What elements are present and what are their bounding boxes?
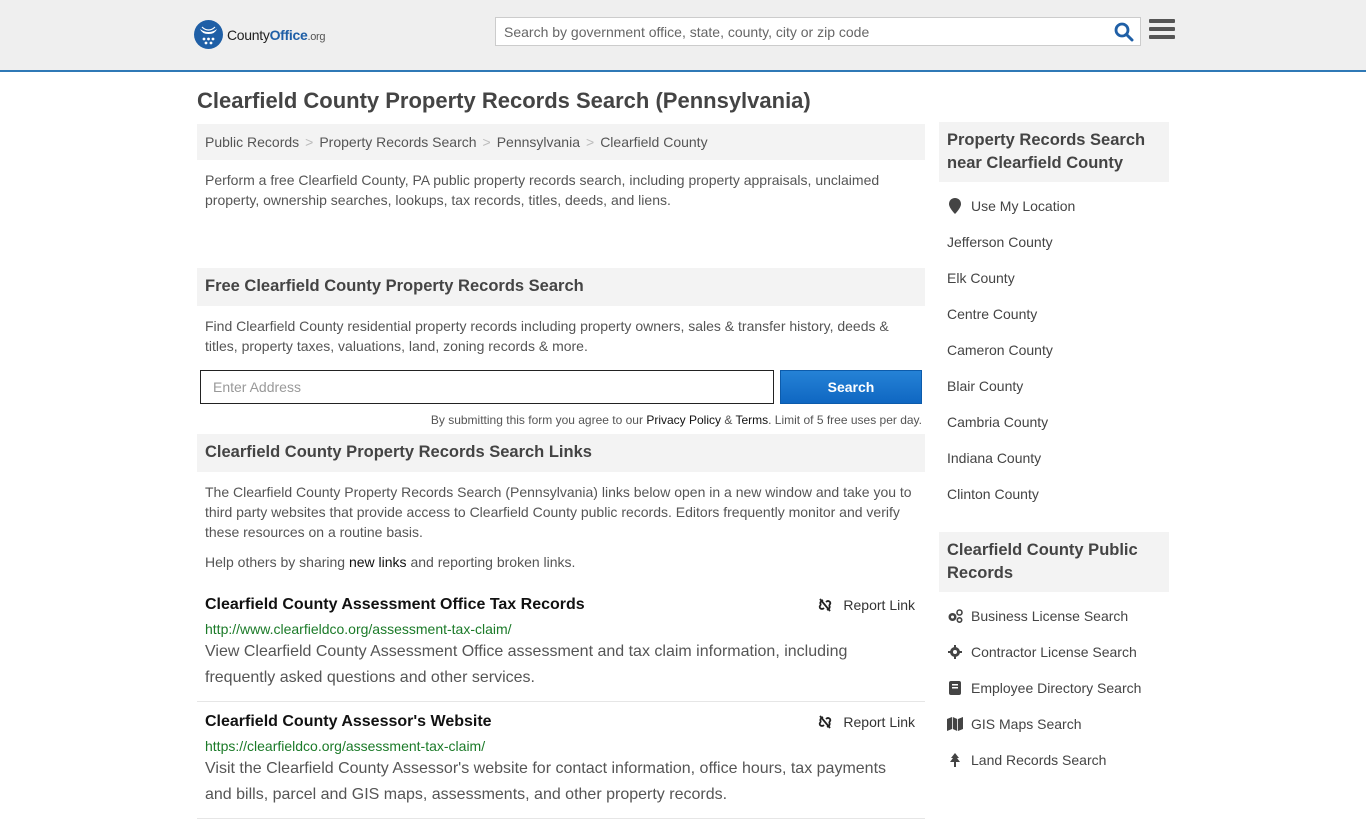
- public-record-link[interactable]: Land Records Search: [971, 752, 1106, 768]
- breadcrumb-separator: >: [482, 134, 491, 150]
- site-search: [495, 17, 1141, 46]
- resource-title-link[interactable]: Clearfield County Assessor's Website: [205, 712, 492, 732]
- nearby-list: Use My Location Jefferson County Elk Cou…: [939, 182, 1169, 512]
- nearby-county-link[interactable]: Elk County: [947, 270, 1015, 286]
- site-logo[interactable]: CountyOffice.org: [194, 20, 326, 49]
- address-input[interactable]: [200, 370, 774, 404]
- cogs-icon: [947, 609, 963, 623]
- page-title: Clearfield County Property Records Searc…: [197, 88, 811, 113]
- breadcrumb-separator: >: [305, 134, 314, 150]
- nearby-county-item: Centre County: [947, 296, 1169, 332]
- disclaimer-amp: &: [721, 413, 736, 427]
- breadcrumb: Public Records > Property Records Search > P…: [197, 124, 925, 160]
- breadcrumb-item[interactable]: Public Records: [205, 134, 299, 150]
- resource-url[interactable]: https://clearfieldco.org/assessment-tax-…: [205, 736, 917, 756]
- broken-link-icon: [819, 598, 832, 612]
- logo-text-suffix: .org: [307, 30, 326, 43]
- logo-eagle-icon: [194, 20, 223, 49]
- form-disclaimer: By submitting this form you agree to our…: [431, 413, 922, 427]
- public-records-heading: Clearfield County Public Records: [939, 532, 1169, 592]
- privacy-policy-link[interactable]: Privacy Policy: [646, 413, 721, 427]
- public-record-link[interactable]: Business License Search: [971, 608, 1128, 624]
- logo-text-main: County: [227, 26, 270, 43]
- logo-text-bold: Office: [269, 26, 308, 43]
- main-content: Public Records > Property Records Search > P…: [197, 124, 925, 819]
- public-record-item: Business License Search: [947, 598, 1169, 634]
- public-record-link[interactable]: Contractor License Search: [971, 644, 1137, 660]
- tree-icon: [947, 753, 963, 767]
- resource-description: View Clearfield County Assessment Office…: [205, 643, 848, 686]
- breadcrumb-separator: >: [586, 134, 595, 150]
- report-link-button[interactable]: Report Link: [817, 714, 915, 730]
- disclaimer-prefix: By submitting this form you agree to our: [430, 413, 647, 427]
- disclaimer-suffix: . Limit of 5 free uses per day.: [768, 413, 922, 427]
- nearby-heading: Property Records Search near Clearfield …: [939, 122, 1169, 182]
- public-record-item: Contractor License Search: [947, 634, 1169, 670]
- nearby-county-link[interactable]: Blair County: [947, 378, 1023, 394]
- new-links-link[interactable]: new links: [349, 554, 407, 570]
- report-link-label: Report Link: [843, 597, 915, 613]
- report-link-button[interactable]: Report Link: [817, 597, 915, 613]
- book-icon: [947, 681, 963, 695]
- list-item: Clearfield County Assessment Office Tax …: [197, 585, 925, 702]
- intro-text: Perform a free Clearfield County, PA pub…: [205, 172, 880, 208]
- nearby-county-item: Elk County: [947, 260, 1169, 296]
- address-search-form: Search By submitting this form you agree…: [197, 370, 925, 427]
- public-record-item: GIS Maps Search: [947, 706, 1169, 742]
- use-my-location-link[interactable]: Use My Location: [971, 198, 1075, 214]
- map-marker-icon: [947, 198, 963, 214]
- breadcrumb-item[interactable]: Pennsylvania: [497, 134, 580, 150]
- public-record-item: Land Records Search: [947, 742, 1169, 778]
- nearby-county-link[interactable]: Cambria County: [947, 414, 1048, 430]
- nearby-county-item: Clinton County: [947, 476, 1169, 512]
- nearby-county-item: Cambria County: [947, 404, 1169, 440]
- nearby-county-link[interactable]: Jefferson County: [947, 234, 1053, 250]
- nearby-county-item: Blair County: [947, 368, 1169, 404]
- help-text: Help others by sharing new links and rep…: [197, 542, 925, 572]
- public-record-item: Employee Directory Search: [947, 670, 1169, 706]
- site-search-input[interactable]: [496, 18, 1106, 45]
- list-item: Clearfield County Assessor's Website Rep…: [197, 702, 925, 819]
- nearby-county-link[interactable]: Cameron County: [947, 342, 1053, 358]
- nearby-county-link[interactable]: Centre County: [947, 306, 1037, 322]
- broken-link-icon: [819, 715, 832, 729]
- nearby-county-item: Cameron County: [947, 332, 1169, 368]
- links-list: Clearfield County Assessment Office Tax …: [197, 585, 925, 819]
- public-record-link[interactable]: GIS Maps Search: [971, 716, 1082, 732]
- nearby-county-link[interactable]: Indiana County: [947, 450, 1041, 466]
- hamburger-menu-icon[interactable]: [1149, 19, 1175, 41]
- help-suffix: and reporting broken links.: [406, 554, 576, 570]
- resource-description: Visit the Clearfield County Assessor's w…: [205, 760, 887, 803]
- free-search-text: Find Clearfield County residential prope…: [205, 318, 889, 354]
- address-search-button[interactable]: Search: [780, 370, 922, 404]
- breadcrumb-item[interactable]: Property Records Search: [319, 134, 476, 150]
- nearby-county-link[interactable]: Clinton County: [947, 486, 1039, 502]
- use-location-item: Use My Location: [947, 188, 1169, 224]
- search-icon[interactable]: [1114, 22, 1134, 42]
- resource-title-link[interactable]: Clearfield County Assessment Office Tax …: [205, 595, 585, 615]
- links-section-heading: Clearfield County Property Records Searc…: [197, 434, 925, 472]
- site-header: CountyOffice.org: [0, 0, 1366, 72]
- sidebar: Property Records Search near Clearfield …: [939, 122, 1169, 778]
- resource-url[interactable]: http://www.clearfieldco.org/assessment-t…: [205, 619, 917, 639]
- report-link-label: Report Link: [843, 714, 915, 730]
- nearby-county-item: Jefferson County: [947, 224, 1169, 260]
- map-icon: [947, 717, 963, 731]
- breadcrumb-item[interactable]: Clearfield County: [600, 134, 707, 150]
- free-search-heading: Free Clearfield County Property Records …: [197, 268, 925, 306]
- public-records-list: Business License Search Contractor Licen…: [939, 592, 1169, 778]
- public-record-link[interactable]: Employee Directory Search: [971, 680, 1141, 696]
- links-section-text: The Clearfield County Property Records S…: [205, 484, 912, 540]
- cog-icon: [947, 645, 963, 659]
- nearby-county-item: Indiana County: [947, 440, 1169, 476]
- logo-text: CountyOffice.org: [227, 26, 326, 43]
- terms-link[interactable]: Terms: [735, 413, 768, 427]
- help-prefix: Help others by sharing: [205, 554, 349, 570]
